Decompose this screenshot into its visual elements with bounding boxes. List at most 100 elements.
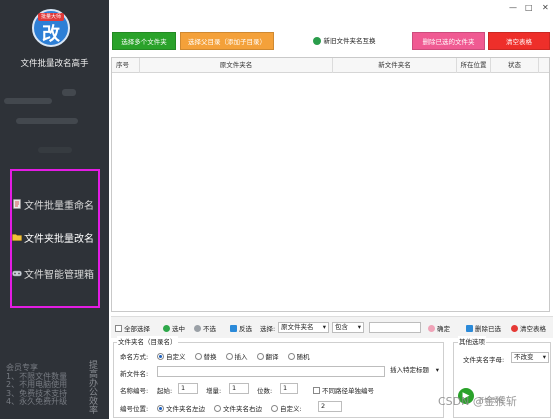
custom-position-input[interactable]: 2 [318,401,342,412]
letter-case-label: 文件夹名字母: [463,356,505,364]
radio-random[interactable]: 随机 [287,351,310,361]
clear-icon [511,324,518,332]
unselect-label: 不选 [203,325,216,333]
confirm-icon [428,324,435,332]
radio-label: 随机 [296,353,310,361]
confirm-label: 确定 [437,325,450,333]
independent-numbering-checkbox[interactable]: 不同路径单独编号 [313,385,374,395]
minimize-button[interactable]: — [509,3,517,12]
select-all-label: 全部选择 [124,325,150,333]
step-label: 增量: [206,387,222,395]
radio-label: 自定义: [280,405,302,413]
chevron-down-icon: ▾ [542,353,546,361]
folder-icon [12,232,22,242]
step-number-input[interactable]: 1 [229,383,249,394]
naming-mode-label: 命名方式: [120,353,149,361]
radio-icon [225,352,233,360]
digits-number-input[interactable]: 1 [280,383,298,394]
select-folders-button[interactable]: 选择多个文件夹 [112,32,176,50]
menu-item-file-manager[interactable]: 文件智能管理箱 [12,266,98,281]
position-label: 编号位置: [120,405,149,413]
maximize-button[interactable]: □ [525,3,533,12]
radio-icon [157,404,164,412]
table-header: 序号 原文件夹名 新文件夹名 所在位置 状态 [112,58,549,73]
select-parent-button[interactable]: 选择父目录（添加子目录） [180,32,274,50]
close-button[interactable]: ✕ [542,3,549,12]
selection-toolbar: 全部选择 选中 不选 反选 选择: 原文件夹名 ▾ 包含 ▾ 确定 删除已选 清空表… [111,316,553,338]
invert-button[interactable]: 反选 [230,323,252,333]
radio-icon [287,352,295,360]
radio-label: 文件夹名左边 [166,405,205,413]
column-header-location[interactable]: 所在位置 [457,58,491,73]
column-header-new-name[interactable]: 新文件夹名 [333,58,457,73]
menu-item-label: 文件智能管理箱 [24,269,94,281]
document-icon [12,199,22,209]
radio-label: 替换 [203,353,217,361]
insert-title-dropdown[interactable]: 插入特定标题 ▾ [388,366,440,377]
radio-label: 插入 [234,353,248,361]
choose-label: 选择: [260,325,276,333]
menu-item-file-rename[interactable]: 文件批量重命名 [12,197,98,212]
select-button[interactable]: 选中 [163,323,185,333]
radio-left[interactable]: 文件夹名左边 [157,403,205,413]
clear-table-button[interactable]: 清空表格 [511,323,546,333]
folder-name-group-title: 文件夹名（目录名） [117,336,178,346]
check-icon [163,324,170,332]
menu-item-label: 文件批量重命名 [24,200,94,212]
menu-item-label: 文件夹批量改名 [24,233,94,245]
other-options-title: 其他选项 [458,336,486,346]
match-mode-dropdown[interactable]: 包含 ▾ [332,322,364,333]
new-name-input[interactable] [157,366,385,377]
radio-replace[interactable]: 替换 [194,351,217,361]
start-number-input[interactable]: 1 [178,383,198,394]
clear-table-label: 清空表格 [520,325,546,333]
choose-field-dropdown[interactable]: 原文件夹名 ▾ [278,322,329,333]
position-radio-group: 文件夹名左边 文件夹名右边 自定义: [157,403,311,413]
match-text-input[interactable] [369,322,421,333]
letter-case-dropdown[interactable]: 不改变 ▾ [511,352,549,363]
naming-mode-radio-group: 自定义 替换 插入 翻译 随机 [157,351,319,361]
digits-label: 位数: [257,387,273,395]
chevron-down-icon: ▾ [322,323,326,331]
clear-list-button[interactable]: 清空表格 [488,32,550,50]
radio-custom-position[interactable]: 自定义: [271,403,302,413]
watermark: CSDN @金猴斩 [438,395,517,408]
app-logo: 批量大师 改 [32,9,70,47]
radio-icon [157,352,164,360]
blurred-info [4,98,52,104]
column-header-status[interactable]: 状态 [491,58,539,73]
uncheck-icon [194,324,201,332]
blurred-info [38,147,72,153]
swap-names-label: 新旧文件夹名互换 [323,37,376,45]
swap-names-button[interactable]: 新旧文件夹名互换 [306,32,382,50]
delete-selected-button[interactable]: 删除已选 [466,323,501,333]
confirm-button[interactable]: 确定 [428,323,450,333]
radio-icon [271,404,278,412]
radio-icon [214,404,221,412]
select-label: 选中 [172,325,185,333]
invert-icon [230,324,237,332]
app-title: 文件批量改名高手 [20,59,89,69]
radio-label: 文件夹名右边 [223,405,262,413]
promo-text: 会员专享 1、不限文件数量 2、不用电脑使用 3、免费技术支持 4、永久免费升级 [6,363,80,407]
radio-translate[interactable]: 翻译 [256,351,279,361]
gamepad-icon [12,268,22,278]
select-all-checkbox[interactable]: 全部选择 [115,323,150,333]
column-header-old-name[interactable]: 原文件夹名 [140,58,333,73]
radio-label: 自定义 [166,353,186,361]
menu-item-folder-rename[interactable]: 文件夹批量改名 [12,230,98,245]
blurred-info [16,118,78,124]
column-header-index[interactable]: 序号 [112,58,140,73]
radio-right[interactable]: 文件夹名右边 [214,403,262,413]
delete-icon [466,324,473,332]
folder-table[interactable]: 序号 原文件夹名 新文件夹名 所在位置 状态 [111,57,550,312]
promo-line: 4、永久免费升级 [6,397,68,406]
delete-selected-folders-button[interactable]: 删除已选的文件夹 [412,32,485,50]
promo-vertical-text: 提高办公效率 [87,360,97,414]
radio-icon [194,352,202,360]
radio-insert[interactable]: 插入 [225,351,248,361]
letter-case-value: 不改变 [514,353,534,361]
radio-custom[interactable]: 自定义 [157,351,186,361]
unselect-button[interactable]: 不选 [194,323,216,333]
independent-numbering-label: 不同路径单独编号 [322,387,374,395]
